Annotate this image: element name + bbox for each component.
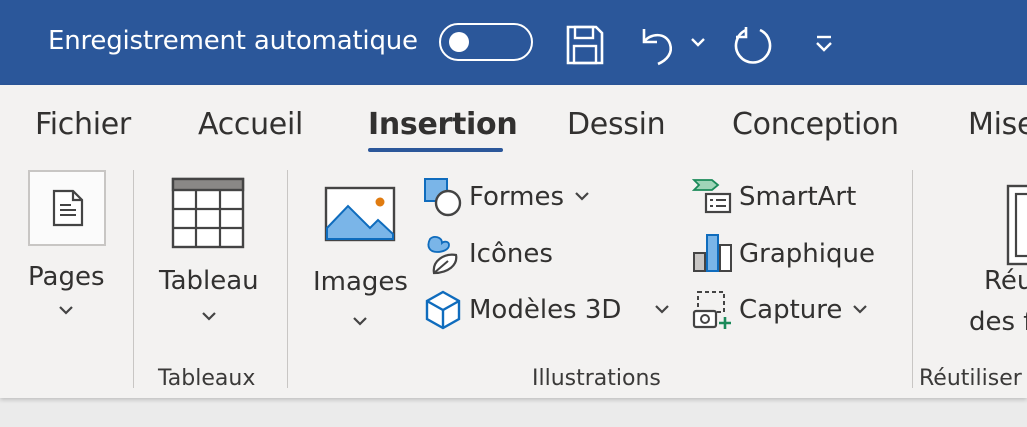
formes-button[interactable]: Formes — [422, 176, 602, 220]
formes-chevron-icon — [575, 192, 589, 201]
page-icon — [52, 189, 84, 227]
modeles3d-chevron-icon — [655, 305, 669, 314]
graphique-label: Graphique — [739, 239, 875, 269]
images-chevron-icon[interactable] — [352, 311, 368, 332]
tab-insertion[interactable]: Insertion — [368, 107, 518, 142]
smartart-button[interactable]: SmartArt — [692, 176, 862, 220]
autosave-toggle[interactable] — [439, 23, 533, 61]
pages-button[interactable] — [28, 170, 106, 246]
graphique-button[interactable]: Graphique — [692, 233, 882, 277]
smartart-icon — [692, 179, 732, 214]
image-icon — [324, 186, 396, 242]
modeles3d-button[interactable]: Modèles 3D — [422, 289, 678, 333]
undo-icon[interactable] — [636, 24, 678, 66]
tableaux-group-label: Tableaux — [158, 366, 256, 391]
reutiliser-fichiers-button[interactable] — [1002, 182, 1027, 268]
tableau-chevron-icon[interactable] — [201, 306, 217, 327]
tab-fichier[interactable]: Fichier — [35, 107, 131, 142]
illustrations-group-label: Illustrations — [532, 366, 661, 391]
undo-dropdown-chevron-icon[interactable] — [690, 36, 706, 48]
capture-chevron-icon — [853, 305, 867, 314]
icons-icon — [427, 236, 458, 275]
pages-label: Pages — [28, 262, 105, 292]
group-separator — [133, 170, 134, 388]
images-label: Images — [313, 267, 408, 297]
tab-mise-en-page[interactable]: Mise — [968, 107, 1027, 142]
redo-icon[interactable] — [730, 23, 776, 69]
customize-toolbar-icon[interactable] — [814, 34, 834, 54]
capture-button[interactable]: Capture — [692, 289, 872, 333]
cube-3d-icon — [425, 290, 461, 330]
reutiliser-group-label: Réutiliser — [919, 366, 1022, 391]
screenshot-icon — [692, 291, 731, 329]
tab-accueil[interactable]: Accueil — [198, 107, 303, 142]
tableau-label: Tableau — [159, 266, 259, 296]
reutiliser-button-label-1: Réu — [984, 266, 1027, 296]
capture-label: Capture — [739, 295, 843, 325]
toggle-knob — [449, 32, 469, 52]
title-bar: Enregistrement automatique — [0, 0, 1027, 85]
chart-icon — [693, 234, 732, 272]
tableau-button[interactable] — [170, 176, 250, 254]
tab-dessin[interactable]: Dessin — [567, 107, 666, 142]
smartart-label: SmartArt — [739, 182, 857, 212]
table-icon — [171, 177, 245, 249]
modeles3d-label: Modèles 3D — [469, 295, 622, 325]
autosave-label: Enregistrement automatique — [48, 26, 418, 56]
icones-button[interactable]: Icônes — [422, 233, 572, 277]
save-icon[interactable] — [565, 24, 605, 66]
tab-conception[interactable]: Conception — [732, 107, 899, 142]
reuse-files-icon — [1006, 184, 1027, 266]
formes-label: Formes — [469, 182, 565, 212]
group-separator — [287, 170, 288, 388]
shapes-icon — [424, 178, 462, 217]
active-tab-indicator — [368, 148, 503, 152]
pages-chevron-icon[interactable] — [58, 300, 74, 321]
reutiliser-button-label-2: des f — [969, 307, 1027, 337]
images-button[interactable] — [324, 186, 398, 242]
icones-label: Icônes — [469, 239, 553, 269]
group-separator — [912, 170, 913, 388]
